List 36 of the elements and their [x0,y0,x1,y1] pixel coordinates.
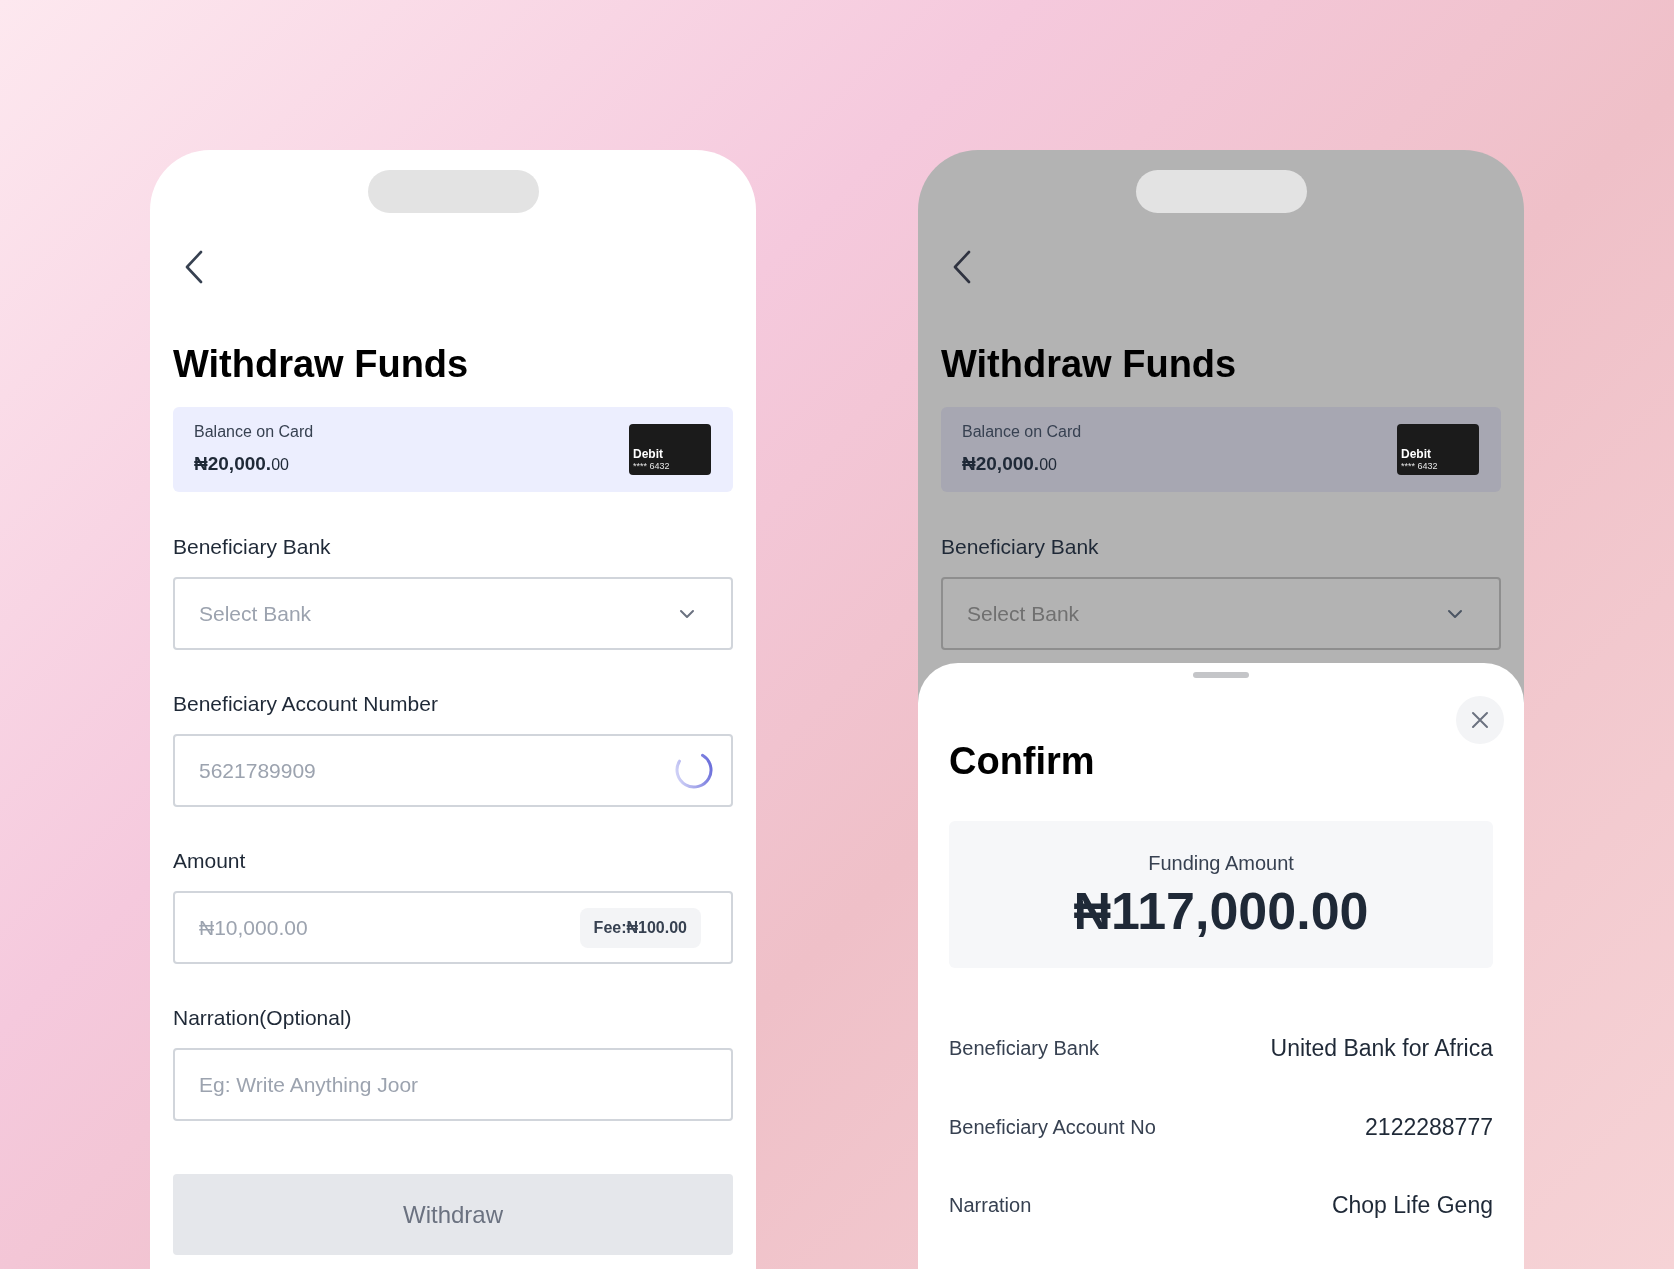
detail-value: 2122288777 [1365,1112,1493,1142]
card-type: Debit [633,447,664,461]
input-field[interactable]: 5621789909 [173,734,733,807]
chevron-down-icon [1447,608,1463,619]
field-label: Narration(Optional) [173,1005,353,1031]
chevron-down-icon [679,608,695,619]
funding-amount: ₦117,000.00 [1073,880,1369,942]
detail-label: Beneficiary Account No [949,1114,1156,1140]
close-button[interactable] [1456,696,1504,744]
input-field[interactable]: Eg: Write Anything Joor [173,1048,733,1121]
field-label: Beneficiary Account Number [173,691,439,717]
balance-label: Balance on Card [962,422,1082,443]
field-label: Beneficiary Bank [941,534,1100,560]
detail-value: United Bank for Africa [1270,1034,1493,1063]
bank-select[interactable]: Select Bank [941,577,1501,650]
card-number: **** 6432 [1401,461,1439,472]
bank-select[interactable]: Select Bank [173,577,733,650]
sheet-title: Confirm [949,739,1096,784]
card-number: **** 6432 [633,461,671,472]
field-label: Beneficiary Bank [173,534,332,560]
detail-label: Narration [949,1193,1032,1219]
drag-handle[interactable] [1193,672,1249,678]
fee-tag: Fee:₦100.00 [579,908,701,948]
card-type: Debit [1401,447,1432,461]
balance-amount: ₦20,000.00 [962,452,1058,477]
balance-label: Balance on Card [194,422,314,443]
close-icon [1471,711,1489,729]
back-icon[interactable] [952,250,972,284]
detail-label: Beneficiary Bank [949,1036,1100,1062]
page-title: Withdraw Funds [941,342,1238,387]
detail-value: Chop Life Geng [1331,1191,1493,1220]
page-title: Withdraw Funds [173,342,470,387]
field-label: Amount [173,848,247,874]
amount-label: Funding Amount [1148,850,1294,876]
back-icon[interactable] [184,250,204,284]
balance-amount: ₦20,000.00 [194,452,290,477]
